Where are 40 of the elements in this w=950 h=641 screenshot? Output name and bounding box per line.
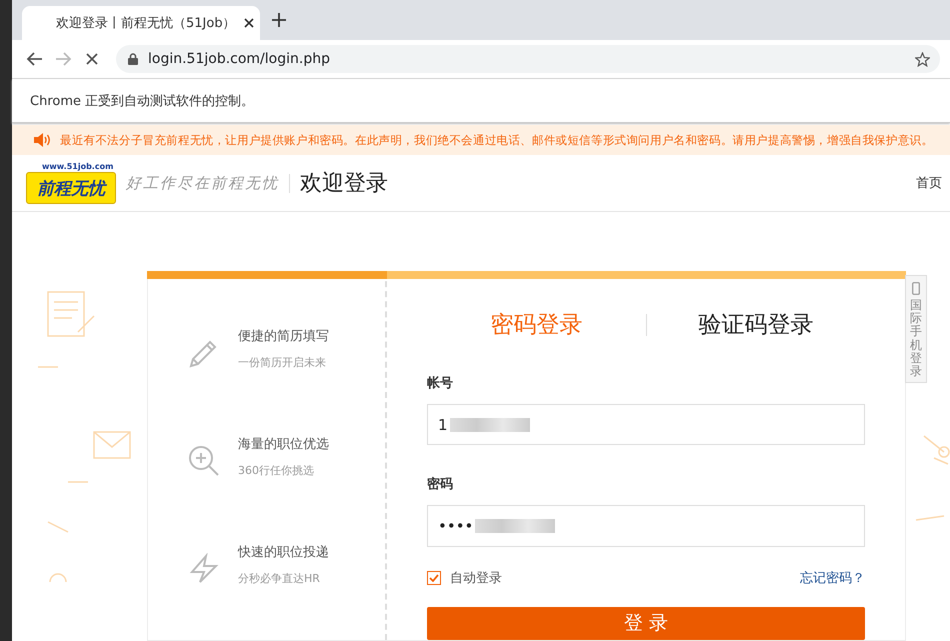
side-tab-text: 国际手机登录 xyxy=(910,299,922,378)
notice-text: 最近有不法分子冒充前程无忧，让用户提供账户和密码。在此声明，我们绝不会通过电话、邮件或短信等形式询问用户名和密码。请用户提高警惕，增强自我保护意识。 xyxy=(60,132,934,148)
checkbox-label: 自动登录 xyxy=(450,570,502,587)
checkbox[interactable] xyxy=(427,570,441,585)
feature-title: 快速的职位投递 xyxy=(238,544,329,561)
star-icon[interactable] xyxy=(915,52,930,66)
close-icon[interactable] xyxy=(244,18,254,28)
feature-title: 便捷的简历填写 xyxy=(238,328,329,345)
account-field[interactable]: 1 xyxy=(427,404,865,446)
field-value: •••• xyxy=(438,517,474,535)
field-value: 1 xyxy=(438,416,448,434)
feature-title: 海量的职位优选 xyxy=(238,436,329,453)
login-button[interactable]: 登 录 xyxy=(427,606,865,640)
browser-tab[interactable]: 欢迎登录丨前程无忧（51Job） xyxy=(22,6,260,40)
slogan-text: 好工作尽在前程无忧 xyxy=(126,174,290,192)
stop-icon[interactable] xyxy=(86,53,98,65)
zoom-in-icon xyxy=(188,445,220,477)
phone-icon xyxy=(912,282,920,295)
feature-subtitle: 360行任你挑选 xyxy=(238,463,315,478)
feature-subtitle: 分秒必争直达HR xyxy=(238,571,321,586)
home-link[interactable]: 首页 xyxy=(916,174,942,192)
logo-url-text: www.51job.com xyxy=(42,162,114,172)
field-label: 密码 xyxy=(427,476,454,494)
url-text: login.51job.com/login.php xyxy=(148,51,331,67)
feature-subtitle: 一份简历开启未来 xyxy=(238,355,327,370)
new-tab-icon[interactable] xyxy=(272,13,286,27)
lightning-icon xyxy=(188,553,220,585)
logo-name-text: 前程无忧 xyxy=(37,178,105,200)
address-bar[interactable]: login.51job.com/login.php xyxy=(116,45,940,73)
tab-title: 欢迎登录丨前程无忧（51Job） xyxy=(56,15,236,32)
forgot-password-link[interactable]: 忘记密码？ xyxy=(800,568,865,587)
infobar-text: Chrome 正受到自动测试软件的控制。 xyxy=(30,92,254,110)
login-tab[interactable]: 验证码登录 xyxy=(646,309,865,340)
lock-icon[interactable] xyxy=(128,53,138,65)
password-field[interactable]: •••• xyxy=(427,505,865,547)
page-title: 欢迎登录 xyxy=(300,170,388,198)
field-label: 帐号 xyxy=(427,375,454,392)
back-icon[interactable] xyxy=(26,52,42,66)
speaker-icon xyxy=(34,133,52,147)
logo-badge[interactable]: 前程无忧 xyxy=(26,172,116,204)
